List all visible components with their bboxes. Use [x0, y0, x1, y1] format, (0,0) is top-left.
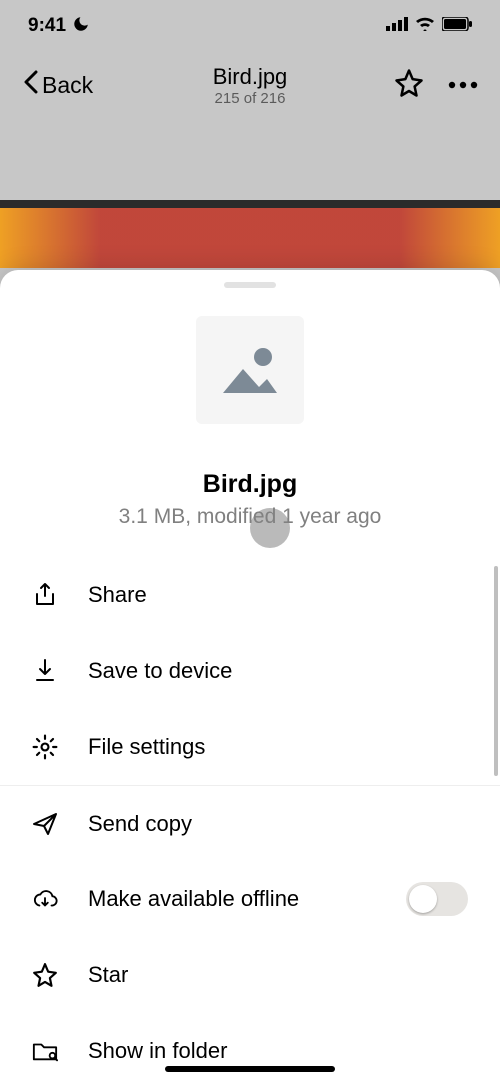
- menu-item-save[interactable]: Save to device: [0, 633, 500, 709]
- nav-bar: Back Bird.jpg 215 of 216: [0, 52, 500, 118]
- more-icon[interactable]: [448, 76, 478, 94]
- menu-item-offline[interactable]: Make available offline: [0, 861, 500, 937]
- menu-item-star[interactable]: Star: [0, 937, 500, 1013]
- menu-label: Star: [88, 962, 468, 988]
- action-menu: Share Save to device File settings Send …: [0, 557, 500, 1080]
- menu-item-send-copy[interactable]: Send copy: [0, 785, 500, 861]
- sheet-filename: Bird.jpg: [0, 470, 500, 499]
- star-outline-icon[interactable]: [394, 68, 424, 103]
- wifi-icon: [415, 17, 435, 36]
- back-button[interactable]: Back: [22, 70, 93, 100]
- menu-item-settings[interactable]: File settings: [0, 709, 500, 785]
- share-icon: [32, 582, 58, 608]
- nav-title: Bird.jpg: [213, 64, 288, 90]
- download-icon: [32, 658, 58, 684]
- back-label: Back: [42, 72, 93, 99]
- file-thumbnail: [196, 316, 304, 424]
- status-time: 9:41: [28, 15, 66, 37]
- home-indicator[interactable]: [165, 1066, 335, 1072]
- paper-plane-icon: [32, 811, 58, 837]
- image-placeholder-icon: [215, 341, 285, 399]
- cellular-icon: [386, 17, 408, 36]
- image-preview-bg: [0, 208, 500, 268]
- status-bar: 9:41: [0, 0, 500, 52]
- menu-label: Save to device: [88, 658, 468, 684]
- touch-indicator: [250, 508, 290, 548]
- cloud-download-icon: [32, 886, 58, 912]
- menu-label: Send copy: [88, 811, 468, 837]
- menu-label: File settings: [88, 734, 468, 760]
- chevron-left-icon: [22, 70, 38, 100]
- folder-search-icon: [32, 1038, 58, 1064]
- scrollbar[interactable]: [494, 566, 498, 776]
- battery-icon: [442, 17, 472, 36]
- menu-item-share[interactable]: Share: [0, 557, 500, 633]
- bottom-sheet: Bird.jpg 3.1 MB, modified 1 year ago Sha…: [0, 270, 500, 1080]
- moon-icon: [72, 15, 90, 38]
- menu-label: Show in folder: [88, 1038, 468, 1064]
- star-icon: [32, 962, 58, 988]
- gear-icon: [32, 734, 58, 760]
- nav-title-block: Bird.jpg 215 of 216: [213, 64, 288, 107]
- menu-label: Make available offline: [88, 886, 376, 912]
- image-border: [0, 200, 500, 208]
- offline-toggle[interactable]: [406, 882, 468, 916]
- sheet-grabber[interactable]: [224, 282, 276, 288]
- nav-subtitle: 215 of 216: [213, 90, 288, 107]
- menu-label: Share: [88, 582, 468, 608]
